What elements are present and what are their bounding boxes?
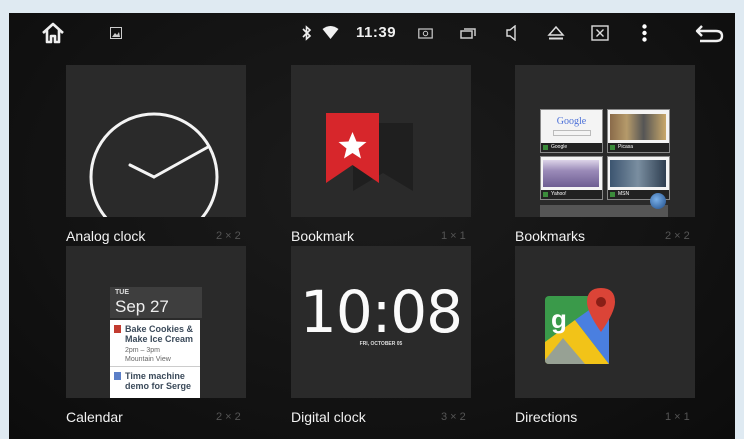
home-icon[interactable] <box>35 13 71 53</box>
widget-preview-calendar[interactable]: TUE Sep 27 Bake Cookies & Make Ice Cream… <box>66 246 246 398</box>
bookmark-thumbnail: Picasa <box>607 109 670 153</box>
widget-size: 1 × 1 <box>665 411 690 423</box>
calendar-events: Bake Cookies & Make Ice Cream 2pm – 3pm … <box>110 320 200 398</box>
svg-text:g: g <box>551 304 567 334</box>
wifi-icon <box>320 13 340 53</box>
bookmarks-shelf <box>540 205 668 217</box>
digital-clock-time: 10:08 <box>299 278 463 346</box>
widget-preview-bookmarks[interactable]: Google Google Picasa Yahoo! MSN <box>515 65 695 217</box>
eject-icon[interactable] <box>545 13 567 53</box>
status-bar: 11:39 <box>9 13 735 53</box>
bookmark-thumbnail: Yahoo! <box>540 156 603 200</box>
widget-picker-screen: 11:39 Analog clock 2 × 2 Bookmark 1 × 1 … <box>9 13 735 439</box>
digital-clock-date: FRI, OCTOBER 05 <box>359 341 403 347</box>
widget-preview-directions[interactable]: g <box>515 246 695 398</box>
widget-label: Directions <box>515 409 578 425</box>
menu-icon[interactable] <box>637 13 651 53</box>
calendar-event: Time machine demo for Serge <box>114 371 197 398</box>
calendar-header: TUE Sep 27 <box>110 287 202 318</box>
widget-size: 2 × 2 <box>216 411 241 423</box>
widget-size: 3 × 2 <box>441 411 466 423</box>
widget-size: 2 × 2 <box>216 230 241 242</box>
bookmark-thumbnail: Google Google <box>540 109 603 153</box>
bluetooth-icon <box>299 13 315 53</box>
widget-label: Calendar <box>66 409 123 425</box>
close-window-icon[interactable] <box>589 13 611 53</box>
gallery-icon[interactable] <box>107 13 125 53</box>
google-maps-icon: g <box>545 288 615 364</box>
widget-size: 2 × 2 <box>665 230 690 242</box>
volume-icon[interactable] <box>503 13 521 53</box>
widget-label: Digital clock <box>291 409 366 425</box>
analog-clock-icon <box>89 112 219 217</box>
widget-preview-analog-clock[interactable] <box>66 65 246 217</box>
widget-preview-digital-clock[interactable]: 10:08 FRI, OCTOBER 05 <box>291 246 471 398</box>
widget-preview-bookmark[interactable] <box>291 65 471 217</box>
back-icon[interactable] <box>691 13 727 53</box>
bookmark-star-icon <box>326 113 413 191</box>
screenshot-icon[interactable] <box>416 13 434 53</box>
widget-size: 1 × 1 <box>441 230 466 242</box>
recent-apps-icon[interactable] <box>459 13 477 53</box>
widget-label: Analog clock <box>66 228 146 244</box>
widget-label: Bookmarks <box>515 228 586 244</box>
status-time: 11:39 <box>356 24 397 41</box>
globe-icon <box>650 193 666 209</box>
widget-label: Bookmark <box>291 228 355 244</box>
